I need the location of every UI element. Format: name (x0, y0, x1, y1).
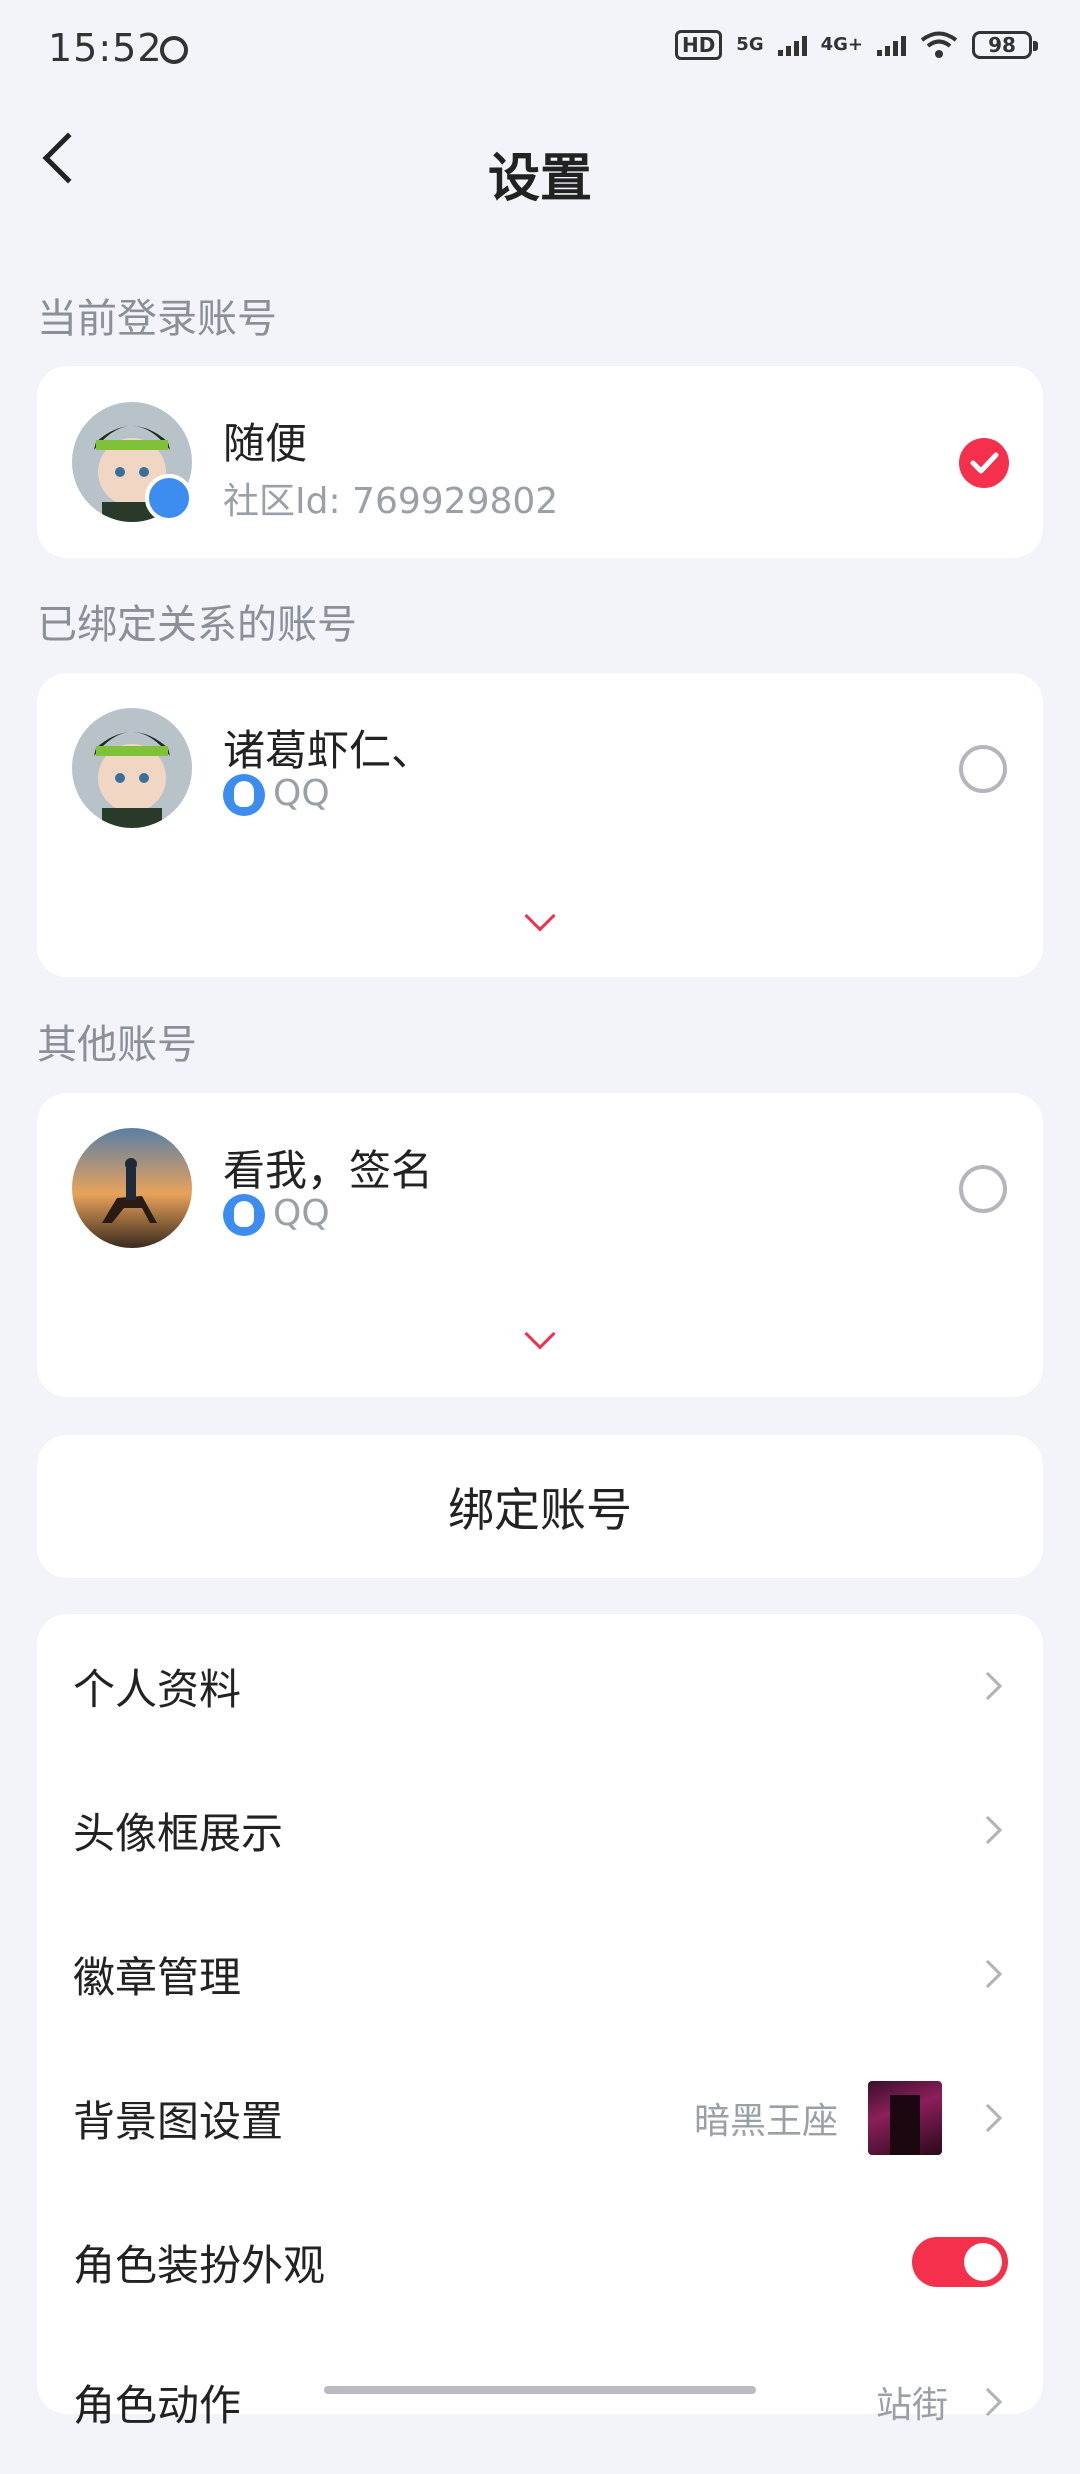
menu-item-background[interactable]: 背景图设置 暗黑王座 (73, 2046, 1008, 2190)
platform-label: QQ (273, 1193, 330, 1234)
battery-icon: 98 (972, 31, 1038, 59)
avatar (72, 708, 192, 828)
account-platform: QQ (223, 1193, 330, 1236)
chevron-right-icon (973, 2387, 1003, 2417)
expand-chevron-icon[interactable] (524, 1318, 556, 1350)
selected-check-icon[interactable] (959, 438, 1009, 488)
menu-item-label: 角色动作 (73, 2380, 242, 2430)
qq-icon (223, 1194, 265, 1236)
menu-item-label: 背景图设置 (73, 2096, 284, 2146)
background-thumbnail (868, 2081, 942, 2155)
home-indicator[interactable] (324, 2386, 756, 2394)
chevron-right-icon (973, 1959, 1003, 1989)
current-account-card[interactable]: 随便 社区Id: 769929802 (37, 366, 1043, 558)
community-id: 社区Id: 769929802 (223, 481, 559, 522)
status-time: 15:52 (48, 26, 163, 70)
wifi-icon (920, 31, 958, 58)
expand-chevron-icon[interactable] (524, 900, 556, 932)
select-radio[interactable] (959, 1165, 1007, 1213)
menu-item-profile[interactable]: 个人资料 (73, 1614, 1008, 1758)
menu-item-action[interactable]: 角色动作 站街 (73, 2330, 1008, 2474)
select-radio[interactable] (959, 745, 1007, 793)
avatar (72, 1128, 192, 1248)
chevron-right-icon (973, 1671, 1003, 1701)
current-account-label: 当前登录账号 (37, 296, 277, 342)
bind-account-button[interactable]: 绑定账号 (37, 1435, 1043, 1578)
outfit-toggle[interactable] (912, 2237, 1008, 2287)
chevron-right-icon (973, 2103, 1003, 2133)
menu-item-label: 徽章管理 (73, 1952, 242, 2002)
menu-item-label: 个人资料 (73, 1664, 242, 1714)
qq-badge-icon (145, 474, 193, 522)
other-account-card[interactable]: 看我，签名 QQ (37, 1093, 1043, 1397)
signal-icon (777, 34, 807, 56)
network-5g-label: 5G (736, 34, 764, 55)
account-name: 看我，签名 (223, 1146, 434, 1195)
action-value: 站街 (875, 2385, 948, 2426)
other-accounts-label: 其他账号 (37, 1022, 197, 1068)
account-name: 随便 (223, 419, 308, 468)
menu-item-badges[interactable]: 徽章管理 (73, 1902, 1008, 2046)
bound-account-card[interactable]: 诸葛虾仁、 QQ (37, 673, 1043, 977)
network-4g-label: 4G+ (820, 34, 863, 55)
status-icons: HD 5G 4G+ 98 (674, 30, 1038, 60)
menu-item-outfit: 角色装扮外观 (73, 2190, 1008, 2334)
platform-label: QQ (273, 773, 330, 814)
signal-icon-2 (877, 34, 906, 56)
qq-icon (223, 774, 265, 816)
menu-item-label: 头像框展示 (73, 1808, 284, 1858)
account-name: 诸葛虾仁、 (223, 726, 434, 775)
account-platform: QQ (223, 773, 330, 816)
background-value: 暗黑王座 (693, 2101, 838, 2142)
chevron-right-icon (973, 1815, 1003, 1845)
menu-item-label: 角色装扮外观 (73, 2240, 326, 2290)
page-title: 设置 (487, 149, 592, 209)
hd-icon: HD (674, 30, 723, 60)
menu-item-avatar-frame[interactable]: 头像框展示 (73, 1758, 1008, 1902)
bound-accounts-label: 已绑定关系的账号 (37, 602, 357, 648)
